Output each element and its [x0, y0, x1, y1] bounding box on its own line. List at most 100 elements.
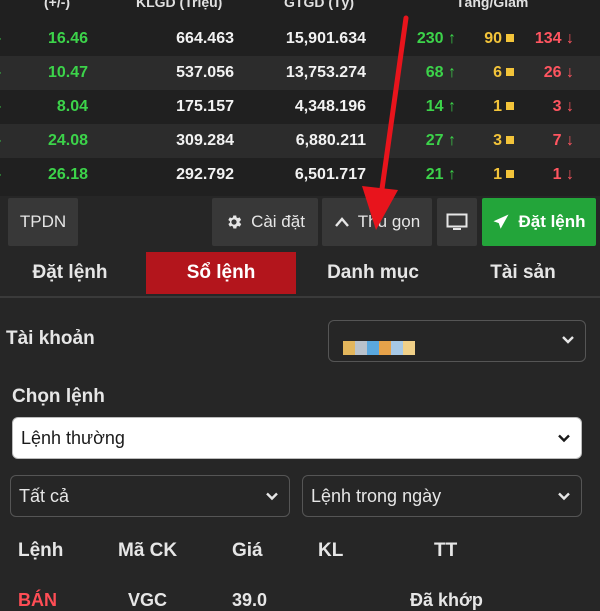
account-select[interactable] [328, 320, 586, 362]
square-icon [506, 34, 514, 42]
table-row[interactable]: › 8.04 175.157 4,348.196 14 ↑ 1 3 ↓ [0, 90, 600, 124]
tab-order-book[interactable]: Sổ lệnh [146, 252, 296, 294]
table-row[interactable]: › 10.47 537.056 13,753.274 68 ↑ 6 26 ↓ [0, 56, 600, 90]
chevron-down-icon [561, 332, 575, 350]
column-header-klgd: KLGD (Triệu) [136, 0, 223, 10]
advancers-value: 14 [425, 98, 444, 115]
advancers-value: 27 [425, 132, 444, 149]
decliners-count: 3 ↓ [518, 90, 574, 124]
advancers-count: 14 ↑ [400, 90, 456, 124]
tpdn-label: TPDN [19, 212, 67, 231]
order-price: 39.0 [232, 590, 268, 610]
gtgd-value: 15,901.634 [285, 30, 366, 47]
collapse-label: Thu gọn [357, 212, 421, 231]
klgd-value: 175.157 [176, 98, 234, 115]
down-arrow-icon: ↓ [566, 132, 574, 149]
decliners-count: 26 ↓ [518, 56, 574, 90]
up-arrow-icon: ↑ [448, 98, 456, 115]
down-arrow-icon: ↓ [566, 98, 574, 115]
down-arrow-icon: ↓ [566, 166, 574, 183]
order-type-value: Lệnh thường [21, 428, 125, 448]
table-row[interactable]: › 16.46 664.463 15,901.634 230 ↑ 90 134 … [0, 22, 600, 56]
orders-column-price: Giá [232, 540, 263, 561]
row-caret-icon: › [0, 56, 6, 90]
order-type-label: Chọn lệnh [12, 386, 105, 407]
monitor-button[interactable] [437, 198, 477, 246]
table-row[interactable]: › 24.08 309.284 6,880.211 27 ↑ 3 7 ↓ [0, 124, 600, 158]
row-caret-icon: › [0, 22, 6, 56]
advancers-value: 21 [425, 166, 444, 183]
column-header-up-down: Tăng/Giảm [456, 0, 529, 10]
advancers-count: 230 ↑ [400, 22, 456, 56]
decliners-value: 134 [534, 30, 562, 47]
tab-place-order[interactable]: Đặt lệnh [0, 252, 140, 294]
market-summary-table: (+/-) KLGD (Triệu) GTGD (Tỷ) Tăng/Giảm ›… [0, 0, 600, 196]
unchanged-count: 1 [462, 158, 514, 192]
orders-column-symbol: Mã CK [118, 540, 178, 561]
place-order-button[interactable]: Đặt lệnh [482, 198, 596, 246]
row-caret-icon: › [0, 124, 6, 158]
unchanged-count: 90 [462, 22, 514, 56]
square-icon [506, 68, 514, 76]
period-filter-select[interactable]: Lệnh trong ngày [302, 475, 582, 517]
unchanged-count: 6 [462, 56, 514, 90]
settings-label: Cài đặt [251, 212, 305, 231]
paper-plane-icon [492, 213, 510, 231]
advancers-count: 21 ↑ [400, 158, 456, 192]
gear-icon [225, 213, 243, 231]
order-side: BÁN [18, 590, 57, 610]
change-value: 24.08 [47, 132, 88, 149]
advancers-count: 68 ↑ [400, 56, 456, 90]
klgd-value: 537.056 [176, 64, 234, 81]
decliners-value: 1 [552, 166, 562, 183]
column-header-change: (+/-) [44, 0, 71, 10]
orders-column-quantity: KL [318, 540, 344, 561]
down-arrow-icon: ↓ [566, 64, 574, 81]
decliners-count: 7 ↓ [518, 124, 574, 158]
gtgd-value: 4,348.196 [294, 98, 366, 115]
period-filter-value: Lệnh trong ngày [311, 486, 442, 506]
tab-assets[interactable]: Tài sản [450, 252, 596, 294]
status-filter-select[interactable]: Tất cả [10, 475, 290, 517]
advancers-value: 68 [425, 64, 444, 81]
tab-portfolio[interactable]: Danh mục [300, 252, 446, 294]
down-arrow-icon: ↓ [566, 30, 574, 47]
chevron-down-icon [557, 428, 571, 449]
masked-account-number [343, 341, 415, 355]
account-label: Tài khoản [6, 328, 95, 349]
square-icon [506, 136, 514, 144]
unchanged-value: 6 [493, 64, 502, 81]
chevron-down-icon [557, 486, 571, 507]
square-icon [506, 102, 514, 110]
chevron-up-icon [334, 216, 350, 228]
unchanged-value: 3 [493, 132, 502, 149]
klgd-value: 309.284 [176, 132, 234, 149]
gtgd-value: 6,880.211 [295, 132, 366, 149]
unchanged-value: 1 [493, 98, 502, 115]
orders-column-status: TT [434, 540, 458, 561]
up-arrow-icon: ↑ [448, 64, 456, 81]
decliners-value: 26 [543, 64, 562, 81]
tab-bar: Đặt lệnh Sổ lệnh Danh mục Tài sản [0, 250, 600, 298]
order-type-select[interactable]: Lệnh thường [12, 417, 582, 459]
tpdn-button[interactable]: TPDN [8, 198, 78, 246]
unchanged-count: 1 [462, 90, 514, 124]
unchanged-value: 90 [484, 30, 502, 47]
toolbar: TPDN Cài đặt Thu gọn Đặt lệnh [0, 196, 600, 250]
change-value: 26.18 [47, 166, 88, 183]
unchanged-value: 1 [493, 166, 502, 183]
gtgd-value: 6,501.717 [294, 166, 366, 183]
decliners-value: 7 [552, 132, 562, 149]
up-arrow-icon: ↑ [448, 166, 456, 183]
row-caret-icon: › [0, 158, 6, 192]
orders-column-side: Lệnh [18, 540, 64, 561]
table-row[interactable]: › 26.18 292.792 6,501.717 21 ↑ 1 1 ↓ [0, 158, 600, 192]
collapse-button[interactable]: Thu gọn [322, 198, 432, 246]
monitor-icon [446, 213, 468, 231]
column-header-gtgd: GTGD (Tỷ) [284, 0, 354, 10]
advancers-value: 230 [416, 30, 444, 47]
unchanged-count: 3 [462, 124, 514, 158]
place-order-label: Đặt lệnh [518, 212, 586, 231]
settings-button[interactable]: Cài đặt [212, 198, 318, 246]
square-icon [506, 170, 514, 178]
